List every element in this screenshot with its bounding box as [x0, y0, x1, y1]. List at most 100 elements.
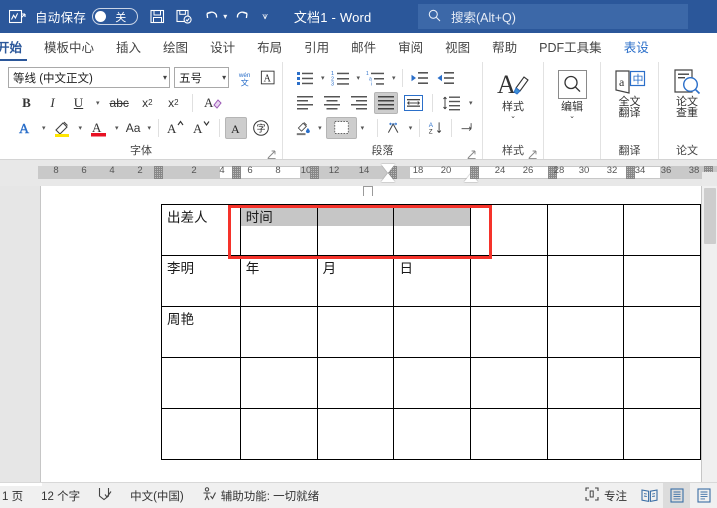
table-cell-r3c3[interactable] [393, 357, 472, 409]
tab-home[interactable]: 开始 [0, 35, 33, 62]
sort-icon[interactable]: A Z [425, 117, 446, 139]
table-cell-r1c6[interactable] [623, 255, 701, 307]
word-count[interactable]: 12 个字 [32, 483, 89, 508]
line-spacing-dropdown-icon[interactable]: ▾ [467, 99, 475, 107]
font-size-combo[interactable]: 五号 ▾ [174, 67, 230, 88]
increase-indent-icon[interactable] [433, 67, 458, 89]
web-layout-view-button[interactable] [690, 483, 717, 508]
table-row[interactable] [161, 408, 701, 460]
underline-button[interactable]: U [68, 92, 89, 114]
table-cell-r1c2[interactable]: 月 [316, 255, 395, 307]
table-cell-r2c4[interactable] [470, 306, 548, 358]
tab-design[interactable]: 设计 [199, 35, 246, 62]
chevron-down-icon[interactable]: ⌄ [510, 113, 516, 121]
numbering-dropdown-icon[interactable]: ▾ [355, 74, 363, 82]
font-color-icon[interactable]: A [86, 117, 111, 139]
table-row[interactable]: 出差人 时间 [161, 204, 701, 256]
tab-template-center[interactable]: 模板中心 [33, 35, 105, 62]
numbering-icon[interactable]: 1 2 3 [328, 67, 354, 89]
tab-references[interactable]: 引用 [293, 35, 340, 62]
table-cell-r1c5[interactable] [546, 255, 625, 307]
table-row[interactable]: 李明 年 月 日 [161, 255, 701, 307]
text-effects-dropdown-icon[interactable]: ▾ [40, 124, 48, 132]
read-mode-view-button[interactable] [636, 483, 663, 508]
shading-dropdown-icon[interactable]: ▾ [316, 124, 324, 132]
full-text-translate-button[interactable]: a 中 全文 翻译 [607, 65, 653, 119]
strikethrough-button[interactable]: abc [107, 92, 132, 114]
tab-stop-marker[interactable] [626, 166, 635, 179]
table-cell-r4c6[interactable] [623, 408, 701, 460]
justify-icon[interactable] [374, 91, 398, 114]
paragraph-dialog-launcher-icon[interactable] [467, 149, 476, 160]
font-name-combo[interactable]: 等线 (中文正文) ▾ [8, 67, 171, 88]
decrease-indent-icon[interactable] [407, 67, 432, 89]
asian-layout-icon[interactable] [383, 117, 405, 139]
scroll-up-region[interactable] [702, 172, 717, 186]
line-spacing-icon[interactable] [439, 92, 464, 114]
character-shading-icon[interactable]: A [225, 116, 248, 139]
text-highlight-icon[interactable] [50, 117, 75, 139]
phonetic-guide-icon[interactable]: wén 文 [234, 67, 255, 89]
font-color-dropdown-icon[interactable]: ▾ [113, 124, 121, 132]
bullets-dropdown-icon[interactable]: ▾ [319, 74, 327, 82]
text-effects-icon[interactable]: A [14, 117, 38, 139]
table-cell-r4c2[interactable] [316, 408, 395, 460]
text-highlight-dropdown-icon[interactable]: ▾ [77, 124, 85, 132]
table-cell-r3c1[interactable] [239, 357, 318, 409]
undo-button[interactable] [199, 5, 224, 29]
proofing-status[interactable] [89, 483, 121, 508]
table-cell-r4c5[interactable] [546, 408, 625, 460]
document-page[interactable]: 出差人 时间 李明 年 月 日 周艳 [40, 186, 702, 482]
thesis-plagiarism-check-button[interactable]: 论文 查重 [664, 65, 710, 119]
table-cell-r3c5[interactable] [546, 357, 625, 409]
bullets-icon[interactable] [293, 67, 318, 89]
table-row[interactable] [161, 357, 701, 409]
redo-button[interactable] [229, 5, 254, 29]
autosave-toggle[interactable]: 关 [92, 8, 139, 25]
character-border-icon[interactable]: A [257, 67, 278, 89]
tab-table-design[interactable]: 表设 [613, 35, 660, 62]
distributed-align-icon[interactable] [401, 92, 426, 114]
undo-dropdown-icon[interactable]: ▾ [223, 12, 227, 21]
tab-layout[interactable]: 布局 [246, 35, 293, 62]
table-cell-r1c4[interactable] [470, 255, 548, 307]
show-formatting-marks-icon[interactable] [457, 117, 478, 139]
hanging-indent-marker[interactable] [381, 173, 395, 182]
table-cell-r3c6[interactable] [623, 357, 701, 409]
table-cell-r3c0[interactable] [161, 357, 241, 409]
table-cell-r1c0[interactable]: 李明 [161, 255, 241, 307]
table-cell-traveler-header[interactable]: 出差人 [161, 204, 241, 256]
align-center-icon[interactable] [320, 92, 344, 114]
shrink-font-icon[interactable]: A [190, 117, 214, 139]
shading-icon[interactable] [293, 117, 314, 139]
styles-button[interactable]: A 样式 ⌄ [490, 65, 536, 121]
multilevel-list-icon[interactable]: 1 a i [363, 67, 389, 89]
language-status[interactable]: 中文(中国) [121, 483, 193, 508]
change-case-dropdown-icon[interactable]: ▾ [146, 124, 154, 132]
table-cell-r0c2[interactable] [316, 204, 395, 256]
accessibility-status[interactable]: 辅助功能: 一切就绪 [193, 483, 328, 508]
table-cell-time-header[interactable]: 时间 [239, 204, 318, 256]
tab-draw[interactable]: 绘图 [152, 35, 199, 62]
tab-pdf-tools[interactable]: PDF工具集 [528, 35, 613, 62]
vertical-scrollbar-thumb[interactable] [704, 188, 716, 244]
font-dialog-launcher-icon[interactable] [267, 149, 276, 160]
save-as-button[interactable] [172, 5, 197, 29]
table-cell-r2c5[interactable] [546, 306, 625, 358]
print-layout-view-button[interactable] [663, 482, 690, 508]
tab-stop-marker[interactable] [154, 166, 163, 179]
tab-help[interactable]: 帮助 [481, 35, 528, 62]
italic-button[interactable]: I [42, 92, 63, 114]
table-cell-r1c3[interactable]: 日 [393, 255, 472, 307]
tab-view[interactable]: 视图 [434, 35, 481, 62]
tab-mailings[interactable]: 邮件 [340, 35, 387, 62]
table-cell-r3c2[interactable] [316, 357, 395, 409]
table-cell-r2c2[interactable] [316, 306, 395, 358]
table-cell-r4c3[interactable] [393, 408, 472, 460]
styles-dialog-launcher-icon[interactable] [528, 149, 537, 160]
align-right-icon[interactable] [347, 92, 371, 114]
subscript-button[interactable]: x2 [137, 92, 158, 114]
table-cell-r2c3[interactable] [393, 306, 472, 358]
table-cell-r3c4[interactable] [470, 357, 548, 409]
borders-icon[interactable] [325, 116, 357, 139]
